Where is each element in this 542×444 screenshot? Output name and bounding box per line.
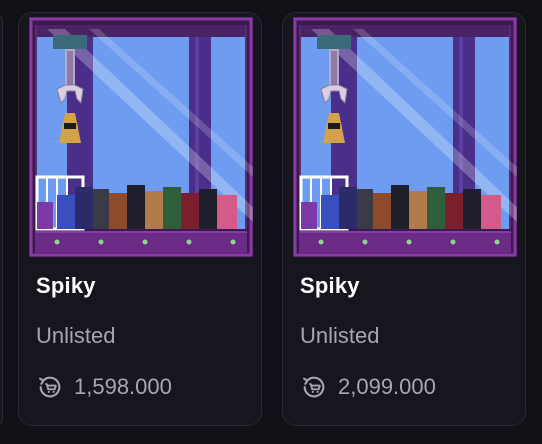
nft-grid: Spiky Unlisted 1,598.000 Spiky Unlisted … — [0, 0, 542, 444]
nft-card[interactable]: Spiky Unlisted 2,099.000 — [282, 12, 526, 426]
claw-machine-icon — [293, 17, 517, 257]
nft-thumbnail[interactable] — [29, 17, 253, 257]
offscreen-card-edge[interactable] — [0, 12, 3, 428]
cart-refresh-icon — [303, 376, 325, 398]
cart-refresh-icon — [39, 376, 61, 398]
nft-thumbnail[interactable] — [293, 17, 517, 257]
nft-name: Spiky — [300, 273, 360, 298]
nft-status: Unlisted — [36, 323, 116, 348]
price-row: 1,598.000 — [36, 371, 172, 403]
price-row: 2,099.000 — [300, 371, 436, 403]
claw-machine-icon — [29, 17, 253, 257]
nft-price: 2,099.000 — [338, 374, 436, 399]
nft-name: Spiky — [36, 273, 96, 298]
nft-price: 1,598.000 — [74, 374, 172, 399]
nft-card[interactable]: Spiky Unlisted 1,598.000 — [18, 12, 262, 426]
nft-status: Unlisted — [300, 323, 380, 348]
